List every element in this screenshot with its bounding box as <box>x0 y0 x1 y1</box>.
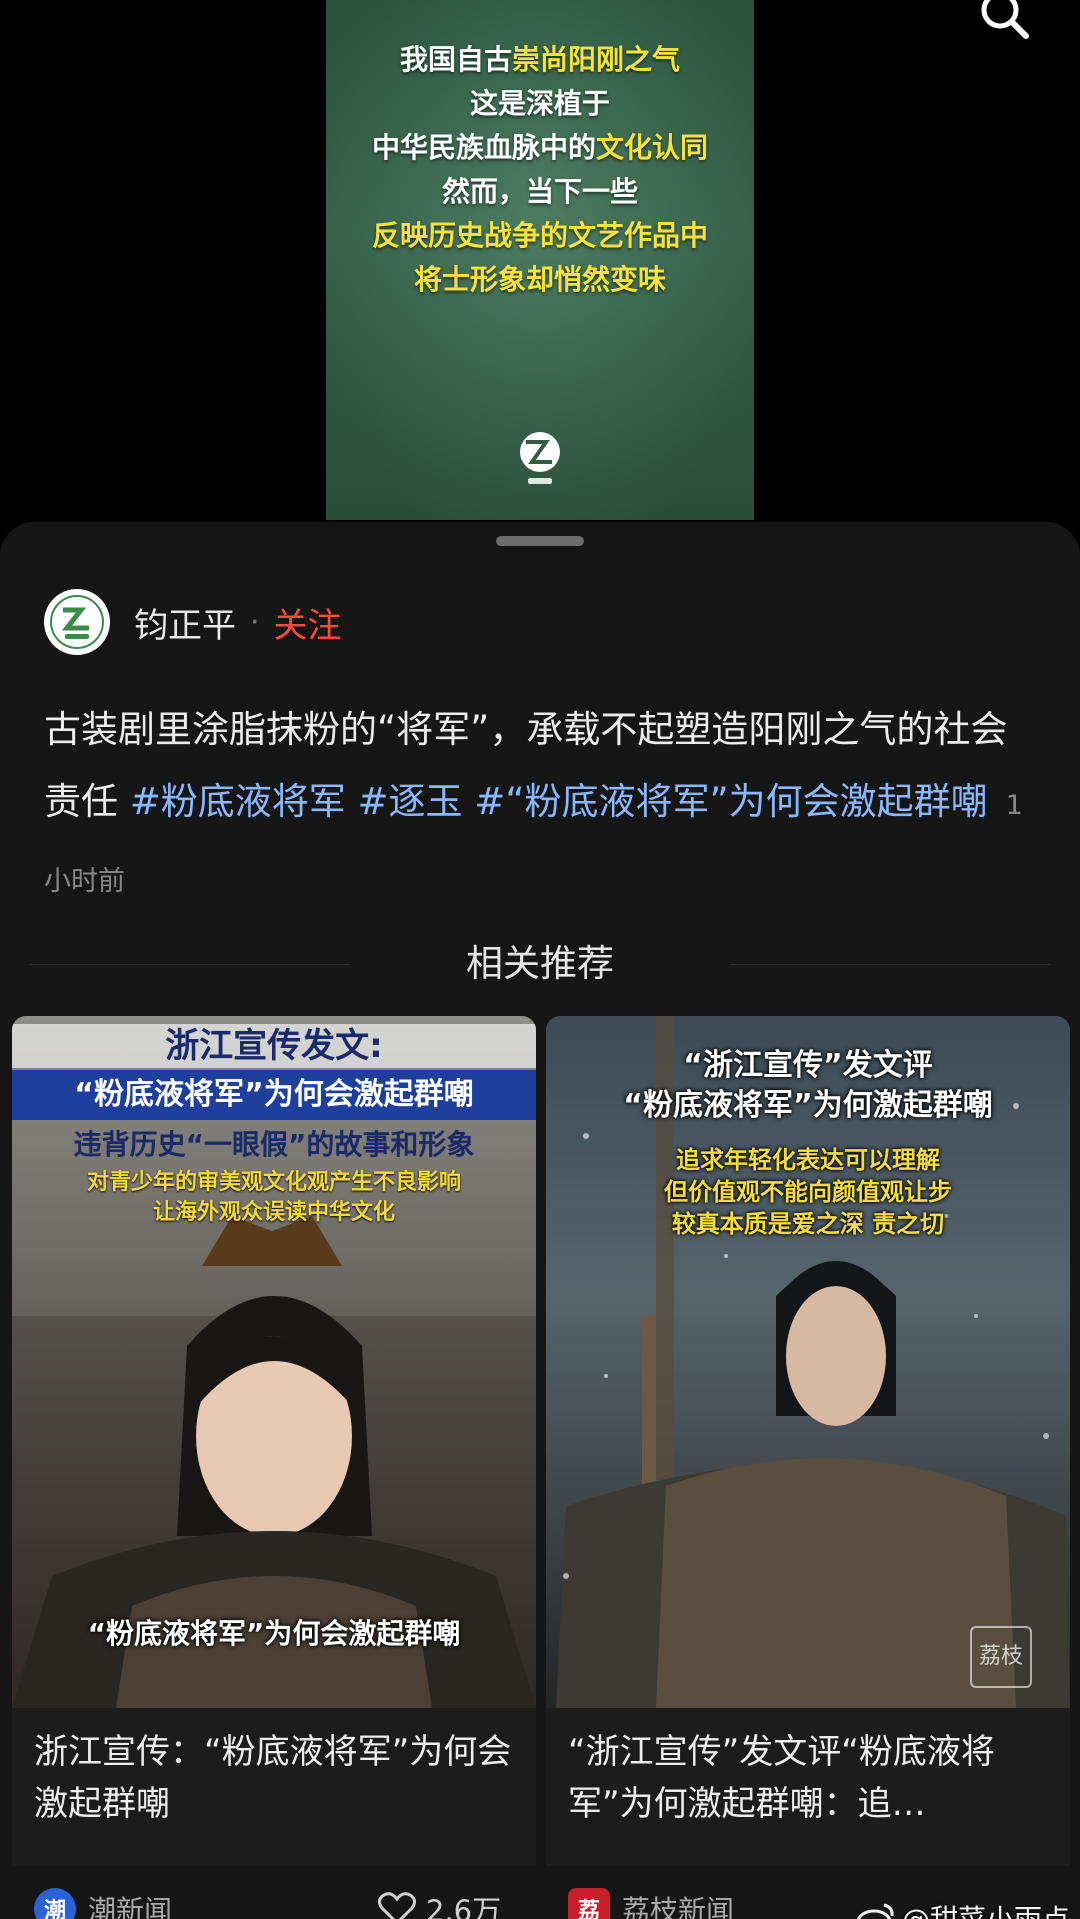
card-source[interactable]: 荔 荔枝新闻 <box>568 1882 734 1919</box>
related-section-title: 相关推荐 <box>0 942 1080 986</box>
thumbnail-note-line: 追求年轻化表达可以理解 <box>676 1146 940 1174</box>
source-name[interactable]: 潮新闻 <box>88 1889 172 1919</box>
thumbnail-title: 浙江宣传发文: <box>12 1024 536 1068</box>
screen: 我国自古崇尚阳刚之气 这是深植于 中华民族血脉中的文化认同 然而，当下一些 反映… <box>0 0 1080 1919</box>
source-name[interactable]: 荔枝新闻 <box>622 1889 734 1919</box>
thumbnail-note: 对青少年的审美观文化观产生不良影响 让海外观众误读中华文化 <box>12 1168 536 1228</box>
video-caption-line: 将士形象却悄然变味 <box>413 263 666 296</box>
thumbnail-note-line: 让海外观众误读中华文化 <box>152 1200 395 1225</box>
video-caption: 我国自古崇尚阳刚之气 这是深植于 中华民族血脉中的文化认同 然而，当下一些 反映… <box>326 38 754 302</box>
thumbnail-banner: “粉底液将军”为何会激起群嘲 <box>12 1070 536 1120</box>
card-source[interactable]: 潮 潮新闻 <box>34 1882 172 1919</box>
hashtag-link[interactable]: #粉底液将军 <box>130 780 346 823</box>
separator-dot: · <box>250 604 260 640</box>
card-body[interactable]: “浙江宣传”发文评“粉底液将军”为何激起群嘲：追… <box>546 1708 1070 1866</box>
thumbnail-caption: “粉底液将军”为何会激起群嘲 <box>87 1617 461 1650</box>
hashtag-link[interactable]: #逐玉 <box>358 780 463 823</box>
search-icon[interactable] <box>976 0 1036 44</box>
lizhi-news-icon: 荔 <box>568 1888 610 1919</box>
related-card[interactable]: “浙江宣传”发文评 “粉底液将军”为何激起群嘲 追求年轻化表达可以理解 但价值观… <box>546 1016 1070 1866</box>
video-caption-line: 中华民族血脉中的文化认同 <box>371 131 709 164</box>
sheet-grabber[interactable] <box>496 536 584 546</box>
thumbnail-watermark: 荔枝 <box>970 1626 1032 1688</box>
weibo-icon <box>856 1903 894 1919</box>
channel-logo-icon <box>516 430 564 492</box>
author-row: 钧正平 · 关注 <box>44 588 342 656</box>
author-name[interactable]: 钧正平 <box>134 598 236 647</box>
thumbnail-subtitle: 违背历史“一眼假”的故事和形象 <box>73 1128 475 1161</box>
card-title[interactable]: 浙江宣传：“粉底液将军”为何会激起群嘲 <box>34 1726 514 1830</box>
heart-icon <box>378 1892 416 1919</box>
like-button[interactable]: 2.6万 <box>378 1884 501 1919</box>
video-caption-line: 我国自古崇尚阳刚之气 <box>399 43 681 76</box>
card-thumbnail[interactable]: “浙江宣传”发文评 “粉底液将军”为何激起群嘲 追求年轻化表达可以理解 但价值观… <box>546 1016 1070 1708</box>
thumbnail-title: “粉底液将军”为何激起群嘲 <box>623 1088 993 1123</box>
follow-button[interactable]: 关注 <box>274 598 342 647</box>
card-body[interactable]: 浙江宣传：“粉底液将军”为何会激起群嘲 <box>12 1708 536 1866</box>
like-count: 2.6万 <box>426 1894 502 1919</box>
card-thumbnail[interactable]: 浙江宣传发文: “粉底液将军”为何会激起群嘲 违背历史“一眼假”的故事和形象 对… <box>12 1016 536 1708</box>
thumbnail-note-line: 较真本质是爱之深 责之切 <box>671 1210 945 1238</box>
avatar[interactable] <box>44 589 110 655</box>
related-card[interactable]: 浙江宣传发文: “粉底液将军”为何会激起群嘲 违背历史“一眼假”的故事和形象 对… <box>12 1016 536 1866</box>
post-text: 古装剧里涂脂抹粉的“将军”，承载不起塑造阳刚之气的社会责任 #粉底液将军 #逐玉… <box>44 694 1039 918</box>
video-caption-line: 然而，当下一些 <box>441 175 638 208</box>
card-title[interactable]: “浙江宣传”发文评“粉底液将军”为何激起群嘲：追… <box>568 1726 1048 1830</box>
chao-news-icon: 潮 <box>34 1888 76 1919</box>
watermark-text: @甜菜小雨点 <box>902 1898 1070 1919</box>
weibo-watermark: @甜菜小雨点 <box>856 1898 1070 1919</box>
thumbnail-note-line: 对青少年的审美观文化观产生不良影响 <box>86 1170 461 1195</box>
video-caption-line: 这是深植于 <box>469 87 610 120</box>
thumbnail-note-line: 但价值观不能向颜值观让步 <box>664 1178 952 1206</box>
thumbnail-title: “浙江宣传”发文评 <box>683 1048 933 1083</box>
comment-sheet: 钧正平 · 关注 古装剧里涂脂抹粉的“将军”，承载不起塑造阳刚之气的社会责任 #… <box>0 522 1080 1919</box>
video-player[interactable]: 我国自古崇尚阳刚之气 这是深植于 中华民族血脉中的文化认同 然而，当下一些 反映… <box>326 0 754 520</box>
hashtag-link[interactable]: #“粉底液将军”为何会激起群嘲 <box>474 780 987 823</box>
video-caption-line: 反映历史战争的文艺作品中 <box>371 219 708 252</box>
